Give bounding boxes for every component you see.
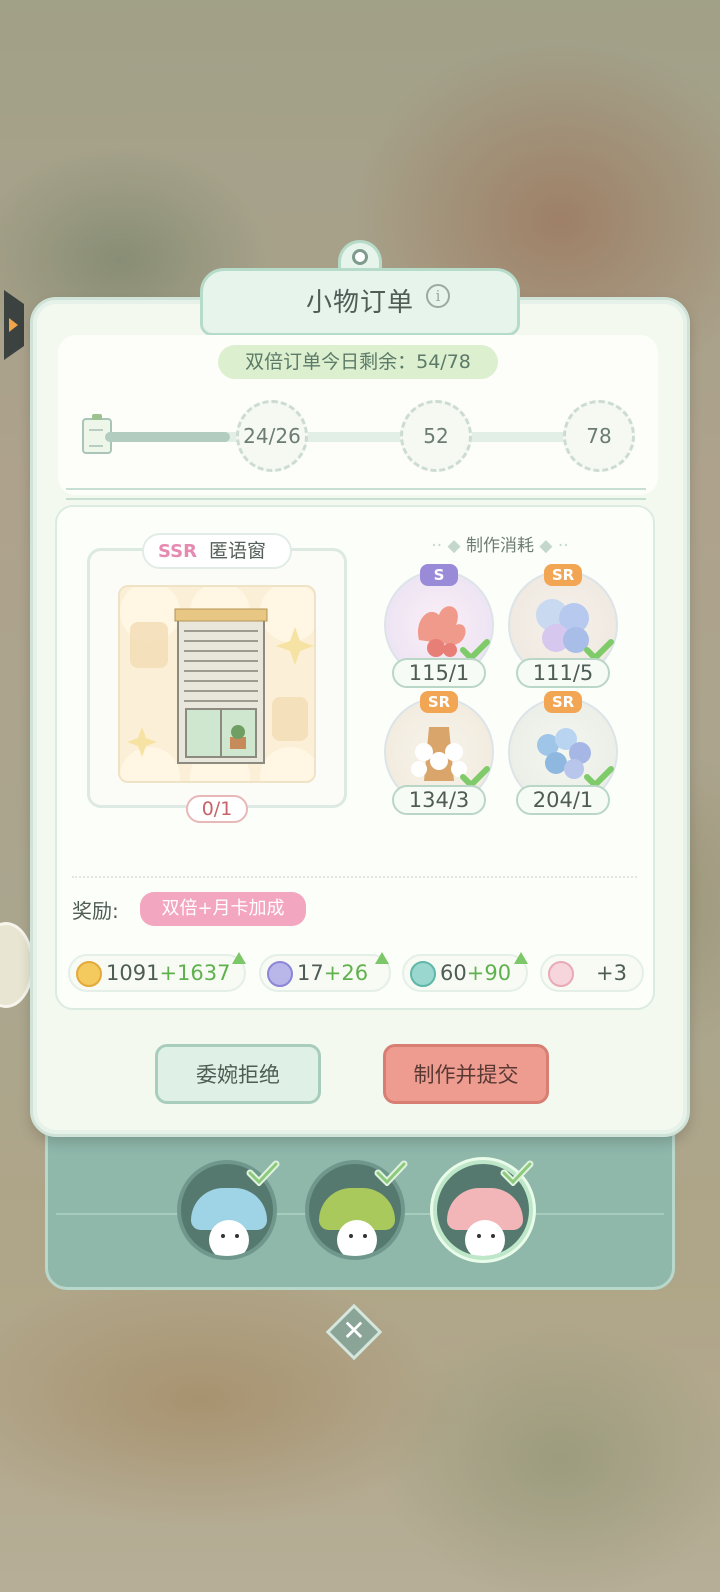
reward-bonus: +90 [466,961,512,985]
reward-base: 17 [297,961,324,985]
item-count: 0/1 [186,795,248,823]
reward-base: 1091 [106,961,160,985]
material-rarity-badge: SR [544,564,582,586]
bonus-tag: 双倍+月卡加成 [140,892,306,926]
tag-hole-icon [352,249,368,265]
dots-ornament-icon: ◆ ·· [534,536,569,556]
item-name: 匿语窗 [208,540,266,562]
material-slot[interactable]: SR 204/1 [508,691,618,815]
make-submit-button[interactable]: 制作并提交 [383,1044,549,1104]
exp-icon [410,961,436,987]
dots-ornament-icon: ·· ◆ [431,536,466,556]
coin-icon [76,961,102,987]
material-qty: 115/1 [392,658,486,688]
milestone-1[interactable]: 24/26 [236,400,308,472]
reward-exp[interactable]: 60+90 [402,952,528,992]
reward-gift[interactable]: +3 [540,954,644,992]
milestone-2[interactable]: 52 [400,400,472,472]
section-divider [72,876,637,878]
close-icon[interactable]: ✕ [339,1314,369,1348]
double-orders-banner: 双倍订单今日剩余：54/78 [218,345,498,379]
material-slot[interactable]: SR 134/3 [384,691,494,815]
material-slot[interactable]: SR 111/5 [508,564,618,688]
material-qty: 134/3 [392,785,486,815]
token-icon [267,961,293,987]
arrow-right-icon [9,318,18,332]
material-qty: 111/5 [516,658,610,688]
reward-bonus: +26 [323,961,369,985]
dialog-title: 小物订单 [305,288,414,318]
material-rarity-badge: S [420,564,458,586]
reward-base: +3 [596,961,627,985]
title-tab: 小物订单 i [200,240,520,336]
arrow-up-icon [375,952,389,964]
order-progress-fill [105,432,230,442]
item-title: SSR 匿语窗 [142,533,292,569]
decline-button[interactable]: 委婉拒绝 [155,1044,321,1104]
check-icon [374,1160,408,1186]
item-rarity-badge: SSR [158,541,197,562]
arrow-up-icon [232,952,246,964]
reward-bonus: +1637 [159,961,231,985]
check-icon [500,1160,534,1186]
arrow-up-icon [514,952,528,964]
window-shutter-icon[interactable] [118,585,316,783]
check-icon [246,1160,280,1186]
material-rarity-badge: SR [420,691,458,713]
material-slot[interactable]: S 115/1 [384,564,494,688]
info-icon[interactable]: i [426,284,450,308]
material-qty: 204/1 [516,785,610,815]
order-progress-bar [105,432,625,442]
panel-divider [66,488,646,500]
reward-coin[interactable]: 1091+1637 [68,952,246,992]
cost-header: 制作消耗 [466,536,534,556]
gift-icon [548,961,574,987]
reward-token[interactable]: 17+26 [259,952,391,992]
reward-label: 奖励: [72,899,119,923]
reward-base: 60 [440,961,467,985]
milestone-3[interactable]: 78 [563,400,635,472]
material-rarity-badge: SR [544,691,582,713]
